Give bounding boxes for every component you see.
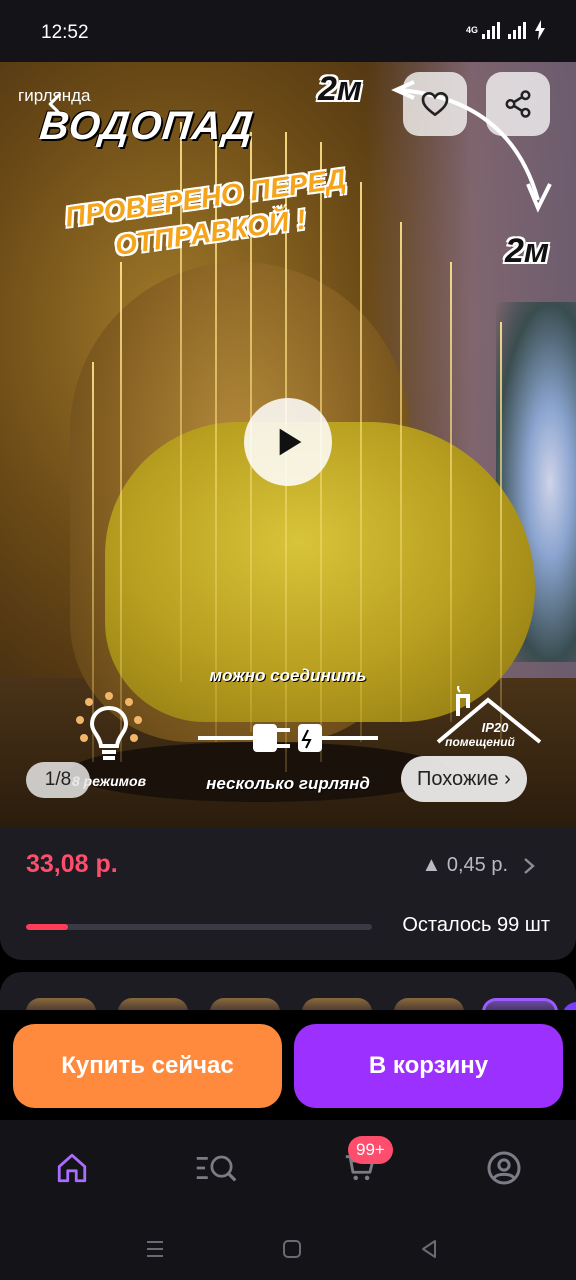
back-button[interactable] xyxy=(24,72,88,136)
battery-charging-icon xyxy=(535,20,545,40)
add-to-cart-button[interactable]: В корзину xyxy=(294,1024,563,1108)
cart-badge: 99+ xyxy=(348,1136,393,1164)
dimension-top: 2м xyxy=(318,70,363,108)
status-icons: 4G xyxy=(466,20,546,40)
status-bar: 12:52 4G xyxy=(0,0,576,62)
bottom-nav: 99+ xyxy=(0,1120,576,1216)
profile-icon xyxy=(487,1151,521,1185)
action-bar: Купить сейчас В корзину xyxy=(0,1010,576,1120)
price: 33,08 р. xyxy=(26,850,118,878)
dimension-side: 2м xyxy=(505,232,550,270)
price-delta: ▲ 0,45 р. xyxy=(421,854,508,876)
light-strand xyxy=(400,222,402,722)
network-type: 4G xyxy=(465,25,478,35)
light-strand xyxy=(450,262,452,722)
plug-icon xyxy=(198,724,378,752)
lightbulb-icon xyxy=(76,692,142,760)
favorite-button[interactable] xyxy=(403,72,467,136)
home-icon xyxy=(57,1153,87,1183)
recents-button[interactable] xyxy=(140,1234,170,1264)
home-system-button[interactable] xyxy=(277,1234,307,1264)
feature-connect-top: можно соединить xyxy=(209,666,367,685)
status-time: 12:52 xyxy=(41,22,89,43)
feature-connect-bottom: несколько гирлянд xyxy=(206,774,370,793)
signal-icon xyxy=(482,21,500,39)
nav-profile[interactable] xyxy=(474,1144,534,1192)
price-card: 33,08 р. ▲ 0,45 р. Осталось 99 шт xyxy=(0,828,576,960)
chevron-left-icon xyxy=(48,93,62,115)
stock-progress-bar xyxy=(26,924,372,930)
house-icon xyxy=(436,686,542,744)
stock-progress-fill xyxy=(26,924,68,930)
system-nav-bar xyxy=(0,1216,576,1280)
heart-icon xyxy=(421,91,449,117)
feature-ip: IP20 помещений xyxy=(420,686,542,749)
light-strand xyxy=(500,322,502,742)
feature-connect: можно соединить несколько гирлянд xyxy=(198,660,378,810)
share-button[interactable] xyxy=(486,72,550,136)
back-system-button[interactable] xyxy=(414,1234,444,1264)
nav-catalog[interactable] xyxy=(186,1144,246,1192)
buy-now-button[interactable]: Купить сейчас xyxy=(13,1024,282,1108)
stock-remaining: Осталось 99 шт xyxy=(402,914,550,936)
square-icon xyxy=(283,1240,301,1258)
play-icon xyxy=(279,428,302,456)
signal-icon-2 xyxy=(508,21,526,39)
light-strand xyxy=(360,182,362,742)
chevron-right-icon xyxy=(524,857,535,874)
share-icon xyxy=(505,90,531,118)
price-delta-link[interactable]: ▲ 0,45 р. xyxy=(421,854,536,877)
image-counter: 1/8 xyxy=(26,762,90,798)
triangle-back-icon xyxy=(422,1240,436,1258)
recents-icon xyxy=(147,1241,163,1257)
catalog-search-icon xyxy=(196,1155,237,1182)
nav-home[interactable] xyxy=(42,1144,102,1192)
similar-button[interactable]: Похожие › xyxy=(401,756,527,802)
light-strand xyxy=(120,262,122,762)
play-video-button[interactable] xyxy=(244,398,332,486)
